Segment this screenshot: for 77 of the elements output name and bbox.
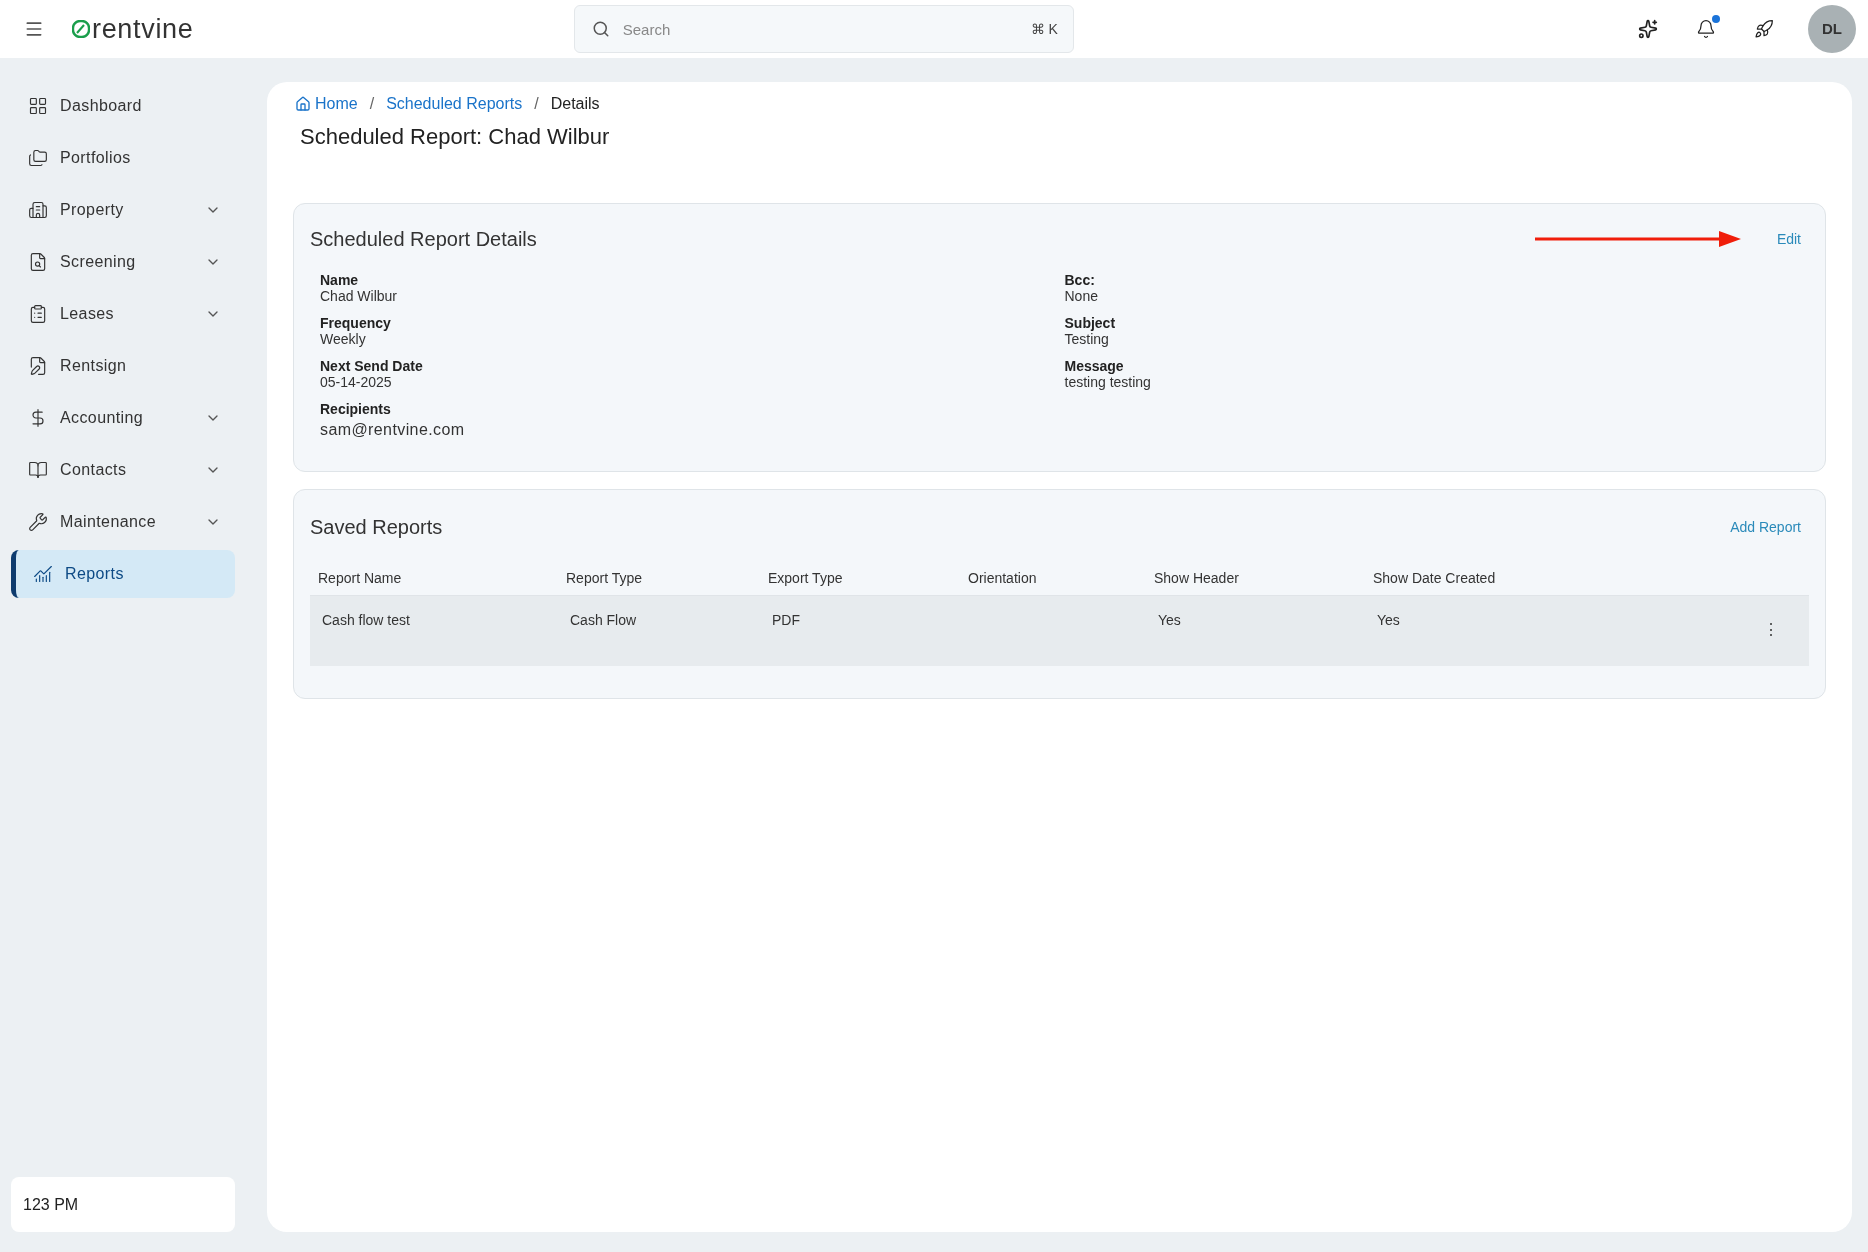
field-value: testing testing: [1064, 374, 1152, 390]
sidebar-label: Portfolios: [60, 148, 132, 168]
sidebar-item[interactable]: Dashboard: [11, 82, 235, 130]
column-header: Report Type: [566, 570, 642, 586]
page-title: Scheduled Report: Chad Wilbur: [300, 123, 611, 151]
chart-icon: [33, 564, 53, 584]
field-label: Name: [320, 272, 360, 288]
field-label: Frequency: [320, 315, 392, 331]
folder-icon: [28, 148, 48, 168]
field-value: Testing: [1064, 331, 1110, 347]
breadcrumb-separator: /: [534, 94, 539, 114]
home-icon: [295, 96, 311, 112]
add-report-link[interactable]: Add Report: [1730, 516, 1801, 538]
book-icon: [28, 460, 48, 480]
column-header: Show Date Created: [1373, 570, 1496, 586]
sidebar-item[interactable]: Reports: [11, 550, 235, 598]
column-header: Report Name: [318, 570, 402, 586]
sidebar-item[interactable]: Accounting: [11, 394, 235, 442]
table-row[interactable]: Cash flow test Cash Flow PDF Yes Yes ⋮: [310, 596, 1809, 666]
search-icon: [591, 20, 610, 38]
sidebar-item[interactable]: Portfolios: [11, 134, 235, 182]
sidebar-item[interactable]: Maintenance: [11, 498, 235, 546]
document-search-icon: [28, 252, 48, 272]
field-value: None: [1064, 288, 1099, 304]
row-menu-button[interactable]: ⋮: [1763, 622, 1779, 638]
card-title: Saved Reports: [310, 515, 443, 540]
sidebar-label: Screening: [60, 252, 137, 272]
field-label: Message: [1064, 358, 1125, 374]
sidebar-label: Reports: [65, 564, 125, 584]
sparkle-icon: [1638, 19, 1658, 39]
column-header: Show Header: [1154, 570, 1239, 586]
field-value: sam@rentvine.com: [320, 420, 466, 440]
card-title: Scheduled Report Details: [310, 227, 537, 252]
bell-icon: [1696, 19, 1716, 39]
building-icon: [28, 200, 48, 220]
sidebar-item[interactable]: Contacts: [11, 446, 235, 494]
field-value: Weekly: [320, 331, 367, 347]
breadcrumb-separator: /: [369, 94, 375, 114]
account-card[interactable]: 123 PM: [11, 1177, 235, 1232]
field-label: Subject: [1064, 315, 1117, 331]
breadcrumb-current: Details: [550, 94, 600, 114]
sidebar-label: Maintenance: [60, 512, 158, 532]
sidebar-item[interactable]: Screening: [11, 238, 235, 286]
sidebar-label: Accounting: [60, 408, 145, 428]
clipboard-icon: [28, 304, 48, 324]
sidebar-item[interactable]: Property: [11, 186, 235, 234]
field-label: Recipients: [320, 401, 392, 417]
table-cell: Yes: [1158, 612, 1181, 628]
sidebar-label: Leases: [60, 304, 115, 324]
sidebar-label: Property: [60, 200, 125, 220]
logo-text: rentvine: [92, 15, 194, 43]
field-value: 05-14-2025: [320, 374, 393, 390]
field-value: Chad Wilbur: [320, 288, 399, 304]
column-header: Orientation: [968, 570, 1037, 586]
edit-link[interactable]: Edit: [1776, 228, 1801, 250]
sidebar-item[interactable]: Leases: [11, 290, 235, 338]
field-label: Next Send Date: [320, 358, 424, 374]
column-header: Export Type: [768, 570, 843, 586]
field-label: Bcc:: [1064, 272, 1096, 288]
wrench-icon: [28, 512, 48, 532]
sidebar-label: Dashboard: [60, 96, 143, 116]
account-label: 123 PM: [23, 1194, 79, 1215]
breadcrumb-link[interactable]: Home: [295, 92, 358, 116]
table-cell: Cash Flow: [570, 612, 637, 628]
document-pen-icon: [28, 356, 48, 376]
grid-icon: [28, 96, 48, 116]
sidebar-item[interactable]: Rentsign: [11, 342, 235, 390]
menu-icon: [24, 19, 44, 39]
rocket-icon: [1754, 19, 1774, 39]
table-cell: Yes: [1377, 612, 1400, 628]
table-cell: Cash flow test: [322, 612, 410, 628]
user-avatar[interactable]: DL: [1808, 5, 1856, 53]
sidebar-label: Rentsign: [60, 356, 128, 376]
table-cell: PDF: [772, 612, 800, 628]
breadcrumb-link[interactable]: Scheduled Reports: [386, 92, 523, 116]
sidebar-label: Contacts: [60, 460, 128, 480]
shortcut-hint: ⌘ K: [1030, 20, 1058, 39]
